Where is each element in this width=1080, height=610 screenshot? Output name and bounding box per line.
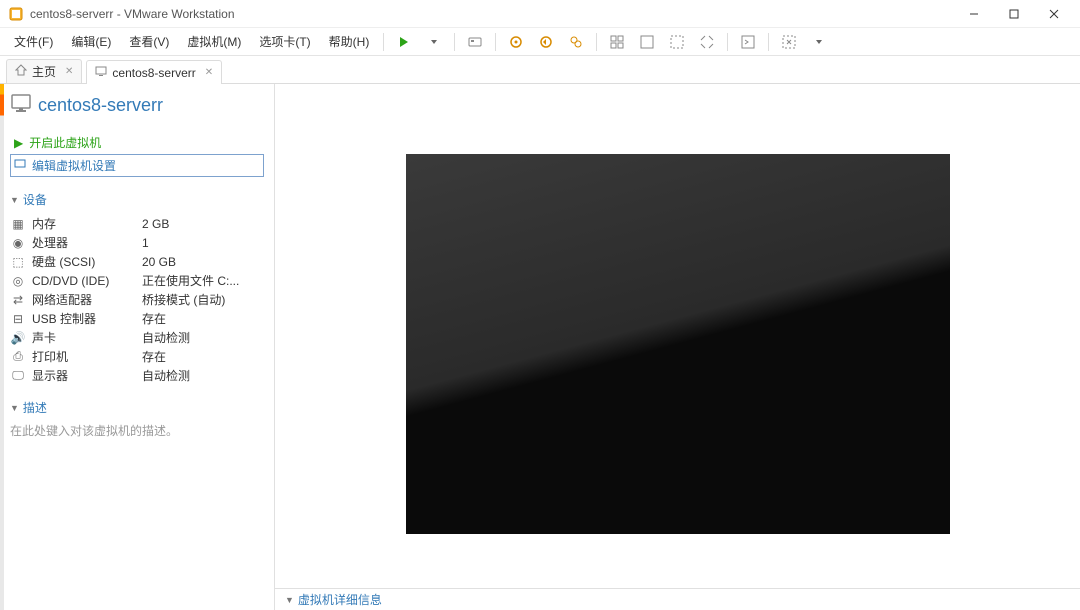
window-controls	[964, 4, 1064, 24]
maximize-button[interactable]	[1004, 4, 1024, 24]
single-view-button[interactable]	[633, 28, 661, 56]
home-icon	[15, 64, 27, 79]
sound-icon: 🔊	[10, 331, 26, 345]
left-panel: centos8-serverr ▶ 开启此虚拟机 编辑虚拟机设置 ▼ 设备 ▦内…	[0, 84, 275, 610]
right-panel: ▼ 虚拟机详细信息	[275, 84, 1080, 610]
menu-file[interactable]: 文件(F)	[6, 29, 61, 54]
menu-help[interactable]: 帮助(H)	[321, 29, 378, 54]
device-cpu[interactable]: ◉处理器1	[10, 233, 264, 252]
power-on-label: 开启此虚拟机	[29, 134, 101, 151]
details-label: 虚拟机详细信息	[298, 591, 382, 608]
app-icon	[8, 6, 24, 22]
device-memory[interactable]: ▦内存2 GB	[10, 214, 264, 233]
vm-title-text: centos8-serverr	[38, 95, 163, 116]
menu-vm[interactable]: 虚拟机(M)	[179, 29, 249, 54]
close-icon[interactable]: ✕	[65, 66, 73, 77]
usb-icon: ⊟	[10, 312, 26, 326]
description-placeholder[interactable]: 在此处键入对该虚拟机的描述。	[10, 422, 264, 439]
power-on-link[interactable]: ▶ 开启此虚拟机	[10, 131, 264, 154]
device-usb[interactable]: ⊟USB 控制器存在	[10, 309, 264, 328]
description-header[interactable]: ▼ 描述	[10, 399, 264, 416]
description-section: ▼ 描述 在此处键入对该虚拟机的描述。	[10, 399, 264, 439]
collapse-icon: ▼	[10, 403, 19, 413]
fullscreen-button[interactable]	[775, 28, 803, 56]
vm-preview[interactable]	[406, 154, 950, 534]
device-sound[interactable]: 🔊声卡自动检测	[10, 328, 264, 347]
tab-home[interactable]: 主页 ✕	[6, 59, 82, 83]
preview-container	[275, 84, 1080, 588]
display-icon: 🖵	[10, 368, 26, 383]
menu-tabs[interactable]: 选项卡(T)	[251, 29, 318, 54]
collapse-icon: ▼	[285, 595, 294, 605]
devices-label: 设备	[23, 191, 47, 208]
vm-large-icon	[10, 92, 32, 119]
printer-icon: ⎙	[10, 349, 26, 364]
cpu-icon: ◉	[10, 236, 26, 250]
titlebar: centos8-serverr - VMware Workstation	[0, 0, 1080, 28]
details-bar[interactable]: ▼ 虚拟机详细信息	[275, 588, 1080, 610]
stretch-button[interactable]	[693, 28, 721, 56]
device-display[interactable]: 🖵显示器自动检测	[10, 366, 264, 385]
device-cd[interactable]: ◎CD/DVD (IDE)正在使用文件 C:...	[10, 271, 264, 290]
content-area: centos8-serverr ▶ 开启此虚拟机 编辑虚拟机设置 ▼ 设备 ▦内…	[0, 84, 1080, 610]
tab-vm-label: centos8-serverr	[112, 66, 195, 80]
edit-settings-label: 编辑虚拟机设置	[32, 157, 116, 174]
close-icon[interactable]: ✕	[205, 67, 213, 78]
collapse-icon: ▼	[10, 195, 19, 205]
close-button[interactable]	[1044, 4, 1064, 24]
settings-icon	[14, 158, 26, 173]
tab-strip: 主页 ✕ centos8-serverr ✕	[0, 56, 1080, 84]
snapshot-button[interactable]	[502, 28, 530, 56]
unity-button[interactable]	[663, 28, 691, 56]
disk-icon: ⬚	[10, 255, 26, 269]
fullscreen-dropdown[interactable]	[805, 28, 833, 56]
power-dropdown[interactable]	[420, 28, 448, 56]
devices-header[interactable]: ▼ 设备	[10, 191, 264, 208]
cd-icon: ◎	[10, 274, 26, 288]
minimize-button[interactable]	[964, 4, 984, 24]
revert-snapshot-button[interactable]	[532, 28, 560, 56]
device-printer[interactable]: ⎙打印机存在	[10, 347, 264, 366]
menubar: 文件(F) 编辑(E) 查看(V) 虚拟机(M) 选项卡(T) 帮助(H)	[0, 28, 1080, 56]
play-icon: ▶	[14, 136, 23, 150]
vm-title: centos8-serverr	[10, 92, 264, 119]
device-network[interactable]: ⇄网络适配器桥接模式 (自动)	[10, 290, 264, 309]
window-title: centos8-serverr - VMware Workstation	[30, 7, 964, 21]
tab-home-label: 主页	[32, 63, 56, 80]
thumbnail-view-button[interactable]	[603, 28, 631, 56]
power-on-button[interactable]	[390, 28, 418, 56]
device-disk[interactable]: ⬚硬盘 (SCSI)20 GB	[10, 252, 264, 271]
menu-edit[interactable]: 编辑(E)	[63, 29, 119, 54]
memory-icon: ▦	[10, 217, 26, 231]
console-button[interactable]	[734, 28, 762, 56]
devices-section: ▼ 设备 ▦内存2 GB ◉处理器1 ⬚硬盘 (SCSI)20 GB ◎CD/D…	[10, 191, 264, 385]
sidebar-accent	[0, 84, 4, 610]
edit-settings-link[interactable]: 编辑虚拟机设置	[10, 154, 264, 177]
vm-icon	[95, 65, 107, 80]
description-label: 描述	[23, 399, 47, 416]
network-icon: ⇄	[10, 293, 26, 307]
manage-snapshots-button[interactable]	[562, 28, 590, 56]
menu-view[interactable]: 查看(V)	[121, 29, 177, 54]
tab-vm[interactable]: centos8-serverr ✕	[86, 60, 222, 84]
send-ctrl-alt-del-button[interactable]	[461, 28, 489, 56]
